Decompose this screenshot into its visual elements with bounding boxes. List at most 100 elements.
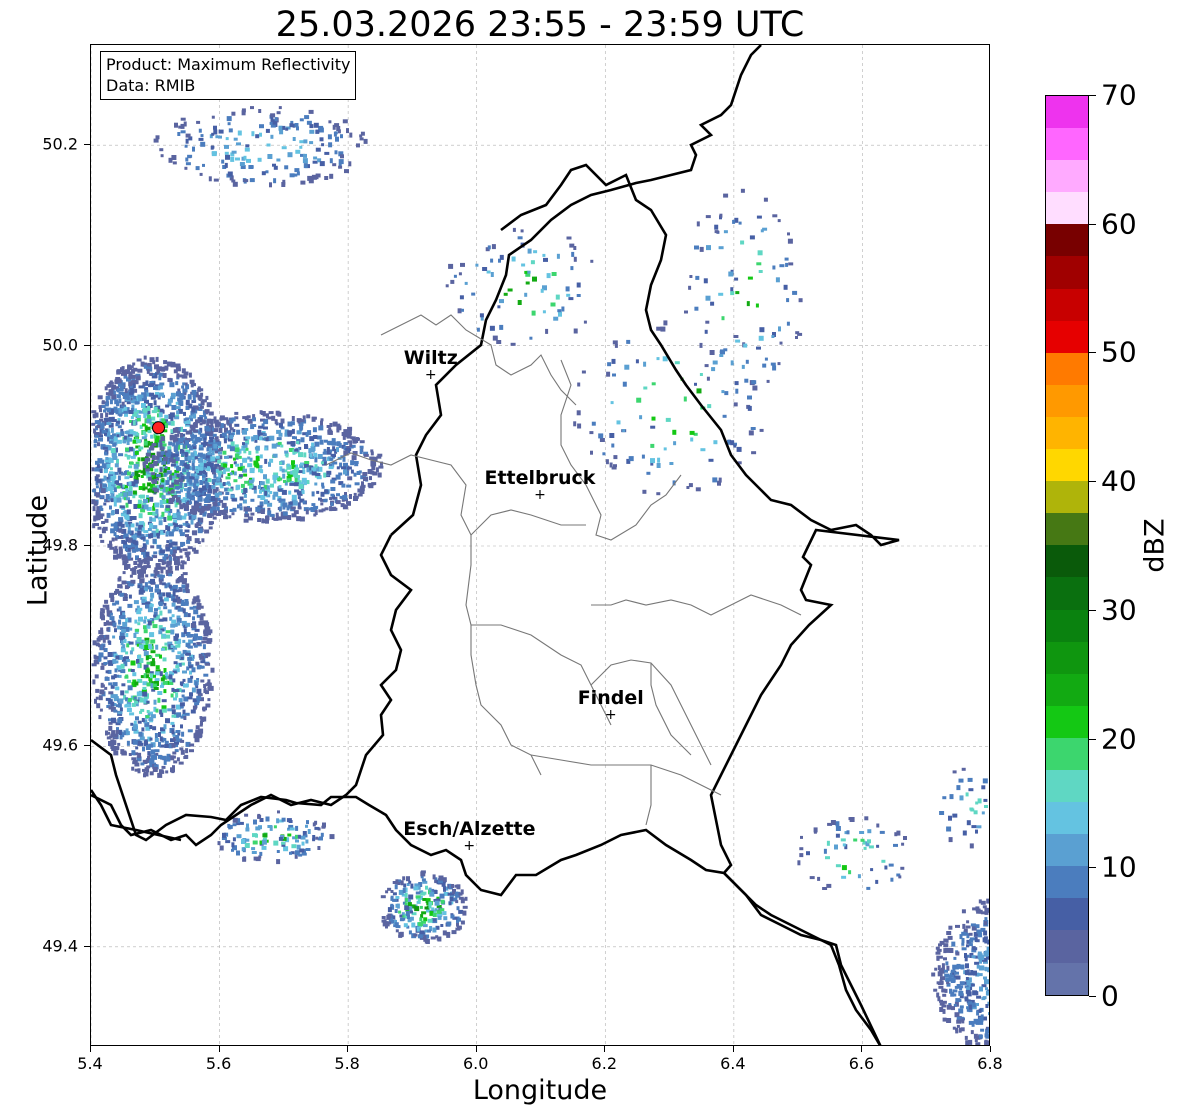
echo-pixel [278,506,282,512]
echo-pixel [158,630,163,635]
echo-pixel [275,512,279,516]
echo-pixel [200,134,204,138]
echo-pixel [143,619,147,624]
colorbar-segment [1046,96,1088,129]
echo-pixel [423,935,427,940]
echo-pixel [253,819,257,825]
echo-pixel [118,528,124,533]
x-tick-mark [475,1046,477,1052]
echo-pixel [138,616,143,622]
echo-pixel [179,483,183,489]
echo-pixel [772,365,777,371]
echo-pixel [315,836,319,840]
echo-pixel [187,656,193,661]
echo-pixel [418,922,424,927]
echo-pixel [133,561,138,565]
echo-pixel [456,884,461,890]
echo-pixel [273,825,277,829]
echo-pixel [422,891,427,895]
echo-pixel [91,422,96,426]
echo-pixel [157,516,162,520]
echo-pixel [343,462,348,467]
echo-pixel [772,265,776,270]
echo-pixel [612,340,618,345]
echo-pixel [187,729,193,733]
echo-pixel [330,479,336,484]
echo-pixel [167,398,173,403]
echo-pixel [158,596,163,600]
echo-pixel [275,410,280,416]
echo-pixel [262,433,267,437]
echo-pixel [967,777,973,782]
echo-pixel [157,691,163,695]
echo-pixel [956,1024,960,1028]
echo-pixel [266,413,269,419]
echo-pixel [190,623,196,628]
echo-pixel [164,365,169,370]
echo-pixel [273,840,279,846]
echo-pixel [219,499,224,503]
echo-pixel [197,636,203,641]
echo-pixel [191,667,196,673]
echo-pixel [249,467,255,471]
echo-pixel [243,518,249,523]
echo-pixel [440,899,445,904]
echo-pixel [276,158,281,162]
echo-pixel [99,708,103,712]
echo-pixel [210,496,216,501]
echo-pixel [293,510,299,515]
echo-pixel [420,871,426,877]
echo-pixel [192,146,195,152]
echo-pixel [199,462,204,467]
echo-pixel [128,465,133,469]
map-plot-area[interactable] [90,44,990,1046]
echo-pixel [192,434,197,439]
colorbar-tick-mark [1089,867,1096,869]
echo-pixel [99,469,103,473]
echo-pixel [705,215,711,219]
echo-pixel [118,388,124,391]
echo-pixel [346,466,352,470]
echo-pixel [245,447,249,451]
echo-pixel [945,947,951,953]
echo-pixel [127,491,133,496]
canton-boundary [560,359,682,541]
echo-pixel [129,391,134,395]
echo-pixel [186,464,190,470]
echo-pixel [198,128,202,133]
echo-pixel [159,446,165,451]
y-tick-mark [84,545,90,546]
echo-pixel [714,224,719,230]
echo-pixel [174,560,178,565]
echo-pixel [143,440,148,446]
echo-pixel [721,390,725,394]
echo-pixel [154,733,158,738]
echo-pixel [283,846,289,852]
echo-pixel [439,893,445,899]
echo-pixel [421,878,426,882]
echo-pixel [735,339,741,343]
echo-pixel [581,370,586,374]
echo-pixel [298,470,303,474]
echo-pixel [160,154,164,158]
echo-pixel [149,598,153,602]
echo-pixel [96,703,101,709]
echo-pixel [964,1035,968,1040]
echo-pixel [261,845,267,850]
echo-pixel [486,270,491,274]
echo-pixel [354,495,359,499]
echo-pixel [117,425,122,429]
echo-pixel [359,134,363,138]
echo-pixel [250,424,255,430]
echo-pixel [165,508,170,512]
echo-pixel [182,678,186,682]
echo-pixel [338,159,344,165]
echo-pixel [116,497,122,503]
echo-pixel [208,485,212,490]
echo-pixel [104,402,109,407]
echo-pixel [112,442,117,447]
echo-pixel [353,472,357,477]
echo-pixel [91,410,97,414]
echo-pixel [127,499,132,504]
echo-pixel [179,555,183,559]
